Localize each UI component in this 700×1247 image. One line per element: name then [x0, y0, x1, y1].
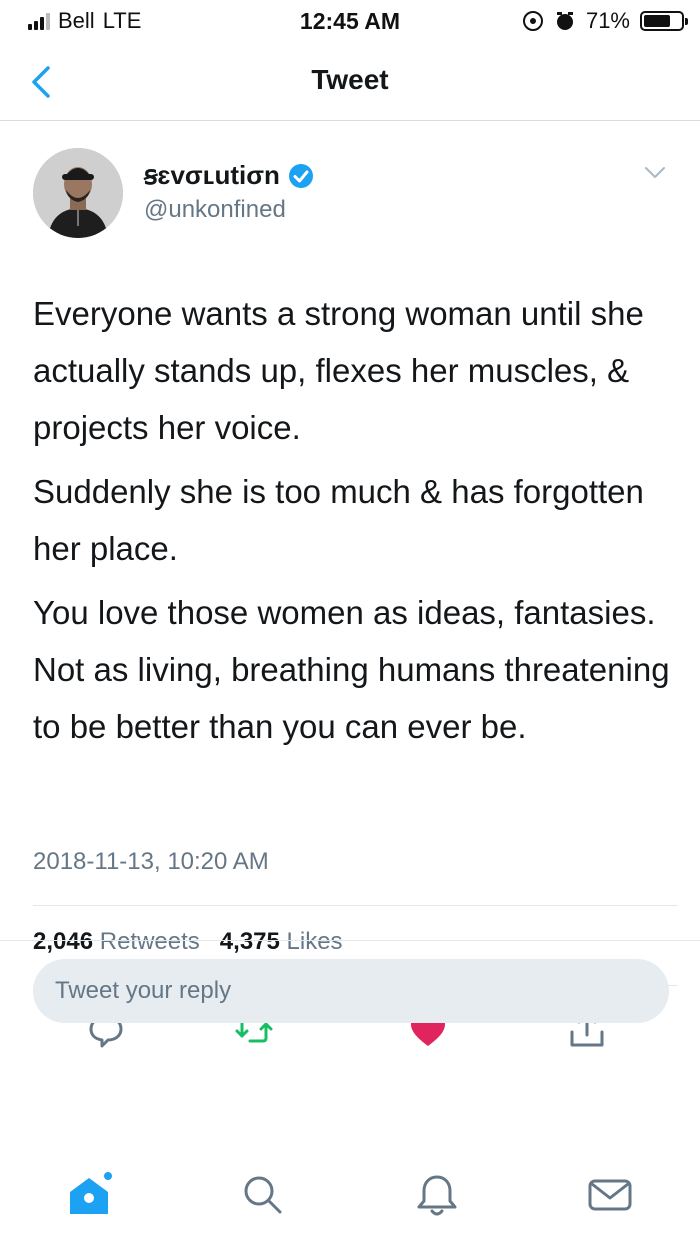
messages-icon[interactable]: [585, 1170, 635, 1220]
divider: [33, 905, 678, 906]
home-icon[interactable]: [64, 1170, 114, 1220]
search-icon[interactable]: [238, 1170, 288, 1220]
battery-fill: [644, 15, 670, 27]
tweet-text: Everyone wants a strong woman until she …: [33, 285, 673, 762]
tweet-paragraph: You love those women as ideas, fantasies…: [33, 594, 670, 745]
status-bar: Bell LTE 12:45 AM 71%: [0, 0, 700, 44]
user-handle[interactable]: @unkonfined: [144, 196, 286, 224]
display-name-text: ꞩɛvσʟutiσn: [144, 160, 280, 190]
tweet-paragraph: Suddenly she is too much & has forgotten…: [33, 473, 644, 567]
battery-icon: [640, 11, 688, 31]
alarm-icon: [556, 12, 573, 30]
tab-bar: [0, 1150, 700, 1247]
reply-input[interactable]: Tweet your reply: [33, 959, 669, 1023]
verified-badge-icon: [288, 163, 313, 188]
nav-bar: Tweet: [0, 44, 700, 121]
page-title: Tweet: [311, 64, 389, 95]
battery-percent: 71%: [585, 8, 630, 33]
status-right: 71%: [522, 8, 688, 34]
tweet-paragraph: Everyone wants a strong woman until she …: [33, 295, 644, 446]
display-name[interactable]: ꞩɛvσʟutiσn: [144, 160, 314, 191]
notifications-icon[interactable]: [412, 1170, 462, 1220]
tweet-timestamp: 2018-11-13, 10:20 AM: [33, 848, 269, 875]
orientation-lock-icon: [522, 11, 543, 31]
reply-bar: Tweet your reply: [0, 940, 700, 1061]
avatar[interactable]: [33, 148, 123, 238]
avatar-image: [33, 148, 123, 238]
chevron-down-icon[interactable]: [644, 166, 666, 180]
